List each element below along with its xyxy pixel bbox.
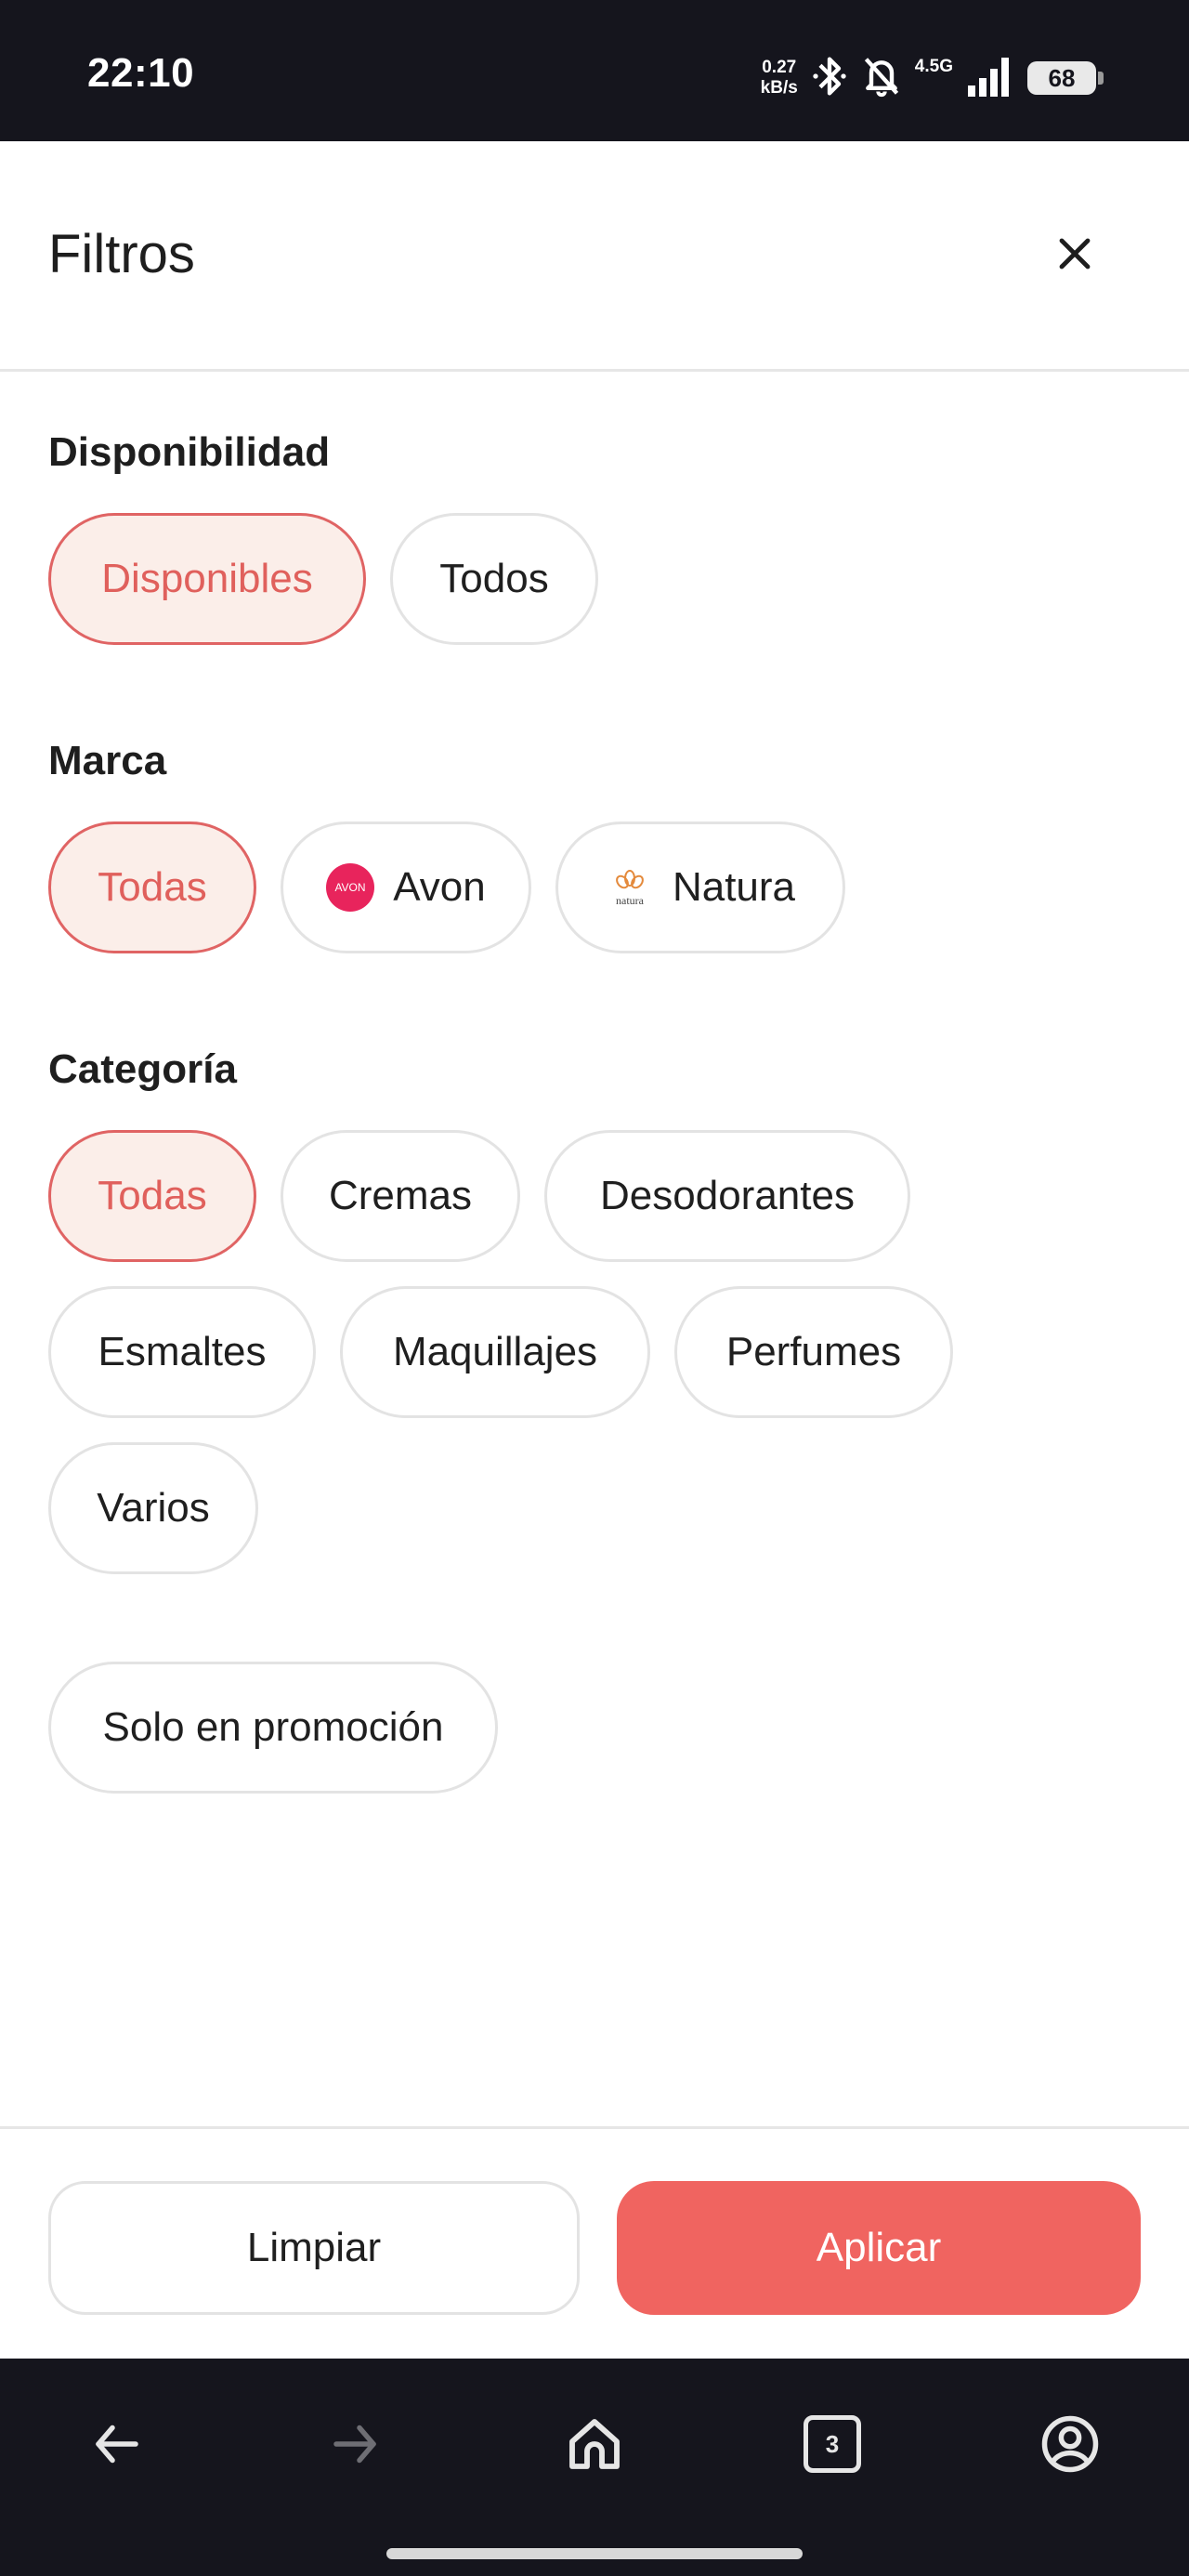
chip-label: Solo en promoción (102, 1704, 444, 1750)
chip-label: Maquillajes (392, 1329, 598, 1374)
chip-label: Avon (393, 864, 486, 910)
chip-label: Perfumes (725, 1329, 902, 1374)
chip-availability-disponibles[interactable]: Disponibles (48, 513, 366, 645)
browser-nav-bar: 3 (0, 2359, 1189, 2576)
status-icons: 0.27 kB/s 4.5G 68 (761, 52, 1104, 104)
clear-button[interactable]: Limpiar (48, 2181, 580, 2315)
arrow-right-icon (333, 2425, 376, 2464)
category-title: Categoría (48, 1046, 237, 1092)
tabs-count: 3 (804, 2415, 861, 2473)
chip-category-desodorantes[interactable]: Desodorantes (544, 1130, 910, 1262)
brand-title: Marca (48, 738, 167, 783)
bluetooth-icon (811, 54, 848, 103)
chip-availability-todos[interactable]: Todos (390, 513, 598, 645)
home-button[interactable] (550, 2399, 639, 2489)
chip-label: Todos (439, 556, 549, 601)
status-bar: 22:10 0.27 kB/s 4.5G 68 (0, 0, 1189, 141)
chip-label: Todas (98, 864, 207, 910)
avon-logo: AVON (326, 863, 375, 912)
close-icon (1059, 238, 1091, 269)
chip-label: Varios (97, 1485, 210, 1531)
account-button[interactable] (1026, 2399, 1115, 2489)
network-speed-unit: kB/s (760, 78, 798, 98)
chip-label: Esmaltes (98, 1329, 267, 1374)
chip-label: Desodorantes (600, 1173, 855, 1218)
chip-label: Disponibles (101, 556, 313, 601)
chip-label: Todas (98, 1173, 207, 1218)
forward-button[interactable] (310, 2399, 399, 2489)
back-button[interactable] (72, 2399, 162, 2489)
network-speed: 0.27 kB/s (761, 58, 798, 99)
home-indicator (386, 2548, 803, 2559)
signal-icon (966, 56, 1014, 101)
natura-logo-text: natura (616, 894, 645, 907)
close-button[interactable] (1040, 219, 1109, 288)
battery-icon: 68 (1027, 61, 1104, 95)
natura-logo: natura (606, 863, 654, 912)
chip-category-esmaltes[interactable]: Esmaltes (48, 1286, 316, 1418)
chip-brand-todas[interactable]: Todas (48, 821, 256, 953)
chip-solo-promocion[interactable]: Solo en promoción (48, 1662, 498, 1794)
apply-button[interactable]: Aplicar (617, 2181, 1141, 2315)
network-type: 4.5G (914, 57, 953, 76)
chip-label: Cremas (328, 1173, 473, 1218)
bell-muted-icon (861, 54, 902, 103)
chip-category-varios[interactable]: Varios (48, 1442, 258, 1574)
filters-header: Filtros (0, 141, 1189, 372)
page-title: Filtros (48, 224, 195, 284)
chip-category-perfumes[interactable]: Perfumes (674, 1286, 953, 1418)
tabs-button[interactable]: 3 (788, 2399, 877, 2489)
network-speed-value: 0.27 (762, 58, 797, 77)
chip-category-todas[interactable]: Todas (48, 1130, 256, 1262)
availability-title: Disponibilidad (48, 429, 331, 475)
status-time: 22:10 (87, 50, 195, 96)
chip-label: Natura (672, 864, 796, 910)
home-icon (569, 2419, 620, 2469)
avon-logo-text: AVON (335, 881, 366, 894)
chip-brand-avon[interactable]: AVON Avon (281, 821, 531, 953)
chip-brand-natura[interactable]: natura Natura (555, 821, 845, 953)
user-circle-icon (1041, 2415, 1099, 2473)
filters-footer: Limpiar Aplicar (0, 2126, 1189, 2359)
chip-category-cremas[interactable]: Cremas (281, 1130, 520, 1262)
arrow-left-icon (96, 2425, 138, 2464)
chip-category-maquillajes[interactable]: Maquillajes (340, 1286, 650, 1418)
